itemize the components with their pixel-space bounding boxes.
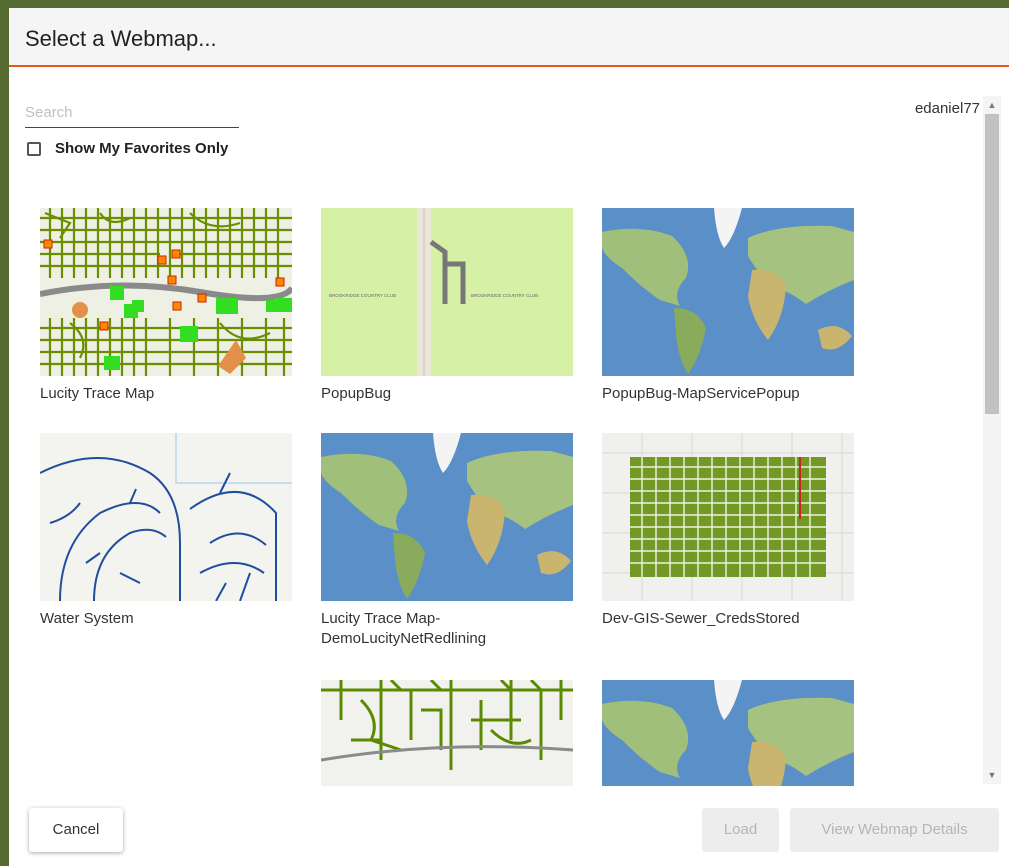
scrollbar-thumb[interactable]	[985, 114, 999, 414]
webmap-thumbnail[interactable]	[602, 433, 854, 601]
search-field[interactable]	[25, 100, 239, 128]
webmap-thumbnail[interactable]	[321, 433, 573, 601]
cancel-button[interactable]: Cancel	[29, 808, 123, 852]
webmap-card[interactable]: Dev-GIS-Sewer_CredsStored	[602, 433, 854, 629]
scroll-down-arrow-icon[interactable]: ▼	[983, 768, 1001, 782]
favorites-checkbox[interactable]	[27, 141, 41, 156]
favorites-label: Show My Favorites Only	[55, 140, 229, 157]
webmap-card[interactable]	[321, 680, 573, 786]
webmap-card[interactable]: PopupBug-MapServicePopup	[602, 208, 854, 404]
webmap-title: PopupBug-MapServicePopup	[602, 385, 800, 402]
webmap-card[interactable]: BROOKRIDGE COUNTRY CLUB BROOKRIDGE COUNT…	[321, 208, 573, 404]
webmap-card[interactable]: Lucity Trace Map-DemoLucityNetRedlining	[321, 433, 573, 649]
view-details-button[interactable]: View Webmap Details	[790, 808, 999, 852]
webmap-thumbnail[interactable]	[40, 208, 292, 376]
webmap-title: Lucity Trace Map-DemoLucityNetRedlining	[321, 610, 487, 647]
webmap-card[interactable]: Water System	[40, 433, 292, 629]
scrollbar[interactable]: ▲ ▼	[983, 96, 1001, 784]
webmap-thumbnail[interactable]	[602, 208, 854, 376]
dialog-title: Select a Webmap...	[25, 26, 217, 51]
dialog-header: Select a Webmap...	[9, 8, 1009, 67]
search-input[interactable]	[25, 100, 239, 124]
map-label: BROOKRIDGE COUNTRY CLUB	[471, 293, 538, 298]
webmap-thumbnail[interactable]: BROOKRIDGE COUNTRY CLUB BROOKRIDGE COUNT…	[321, 208, 573, 376]
load-button[interactable]: Load	[702, 808, 779, 852]
scroll-up-arrow-icon[interactable]: ▲	[983, 98, 1001, 112]
webmap-title: Water System	[40, 610, 134, 627]
webmap-thumbnail[interactable]	[602, 680, 854, 786]
map-label: BROOKRIDGE COUNTRY CLUB	[329, 293, 396, 298]
webmap-title: Lucity Trace Map	[40, 385, 155, 402]
webmap-card[interactable]	[602, 680, 854, 786]
webmap-thumbnail[interactable]	[40, 433, 292, 601]
webmap-thumbnail[interactable]	[321, 680, 573, 786]
webmap-title: PopupBug	[321, 385, 392, 402]
webmap-card[interactable]: Lucity Trace Map	[40, 208, 292, 404]
webmap-title: Dev-GIS-Sewer_CredsStored	[602, 610, 800, 627]
username: edaniel77	[914, 100, 980, 117]
dialog-footer: Cancel Load View Webmap Details	[9, 790, 1009, 866]
favorites-toggle[interactable]: Show My Favorites Only	[27, 140, 228, 157]
webmap-gallery: Lucity Trace Map BROOKRIDGE COUNTRY CLUB…	[9, 180, 981, 786]
